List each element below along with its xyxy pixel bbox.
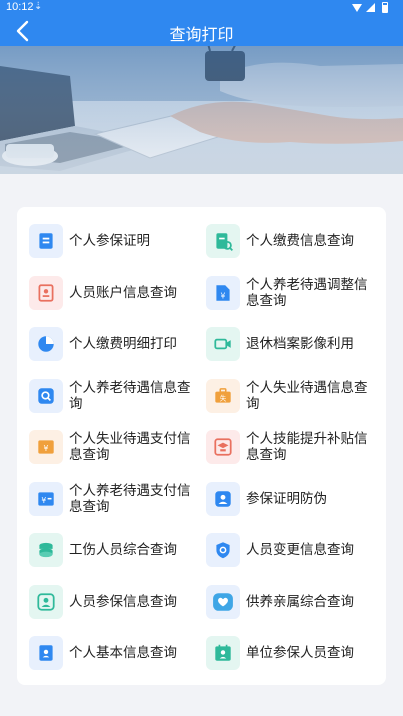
menu-item-12[interactable]: 参保证明防伪 (206, 476, 386, 522)
yen-ticket-icon: ¥ (29, 430, 63, 464)
menu-item-1[interactable]: 个人参保证明 (29, 218, 209, 264)
menu-item-label: 个人基本信息查询 (69, 645, 177, 661)
menu-item-4[interactable]: ¥ 个人养老待遇调整信息查询 (206, 270, 386, 316)
menu-item-label: 个人技能提升补贴信息查询 (246, 431, 368, 463)
graduation-cap-icon (206, 430, 240, 464)
menu-item-label: 工伤人员综合查询 (69, 542, 177, 558)
signal-icon (366, 3, 375, 12)
menu-item-label: 个人失业待遇信息查询 (246, 379, 368, 412)
menu-item-6[interactable]: 退休档案影像利用 (206, 321, 386, 367)
menu-item-label: 个人参保证明 (69, 233, 150, 249)
menu-item-label: 单位参保人员查询 (246, 645, 354, 661)
heart-map-icon (206, 584, 240, 619)
status-time: 10:12 (6, 1, 34, 13)
menu-item-17[interactable]: 个人基本信息查询 (29, 630, 209, 676)
person-circle-icon (29, 584, 63, 619)
svg-text:¥: ¥ (41, 495, 46, 504)
menu-item-label: 人员参保信息查询 (69, 593, 177, 610)
video-camera-icon (206, 327, 240, 361)
contact-card-icon (29, 636, 63, 670)
menu-item-label: 个人养老待遇信息查询 (69, 379, 191, 412)
download-icon: ⇣ (34, 1, 43, 12)
coins-icon (29, 533, 63, 567)
certificate-icon (29, 224, 63, 258)
menu-item-7[interactable]: 个人养老待遇信息查询 (29, 373, 209, 419)
menu-item-label: 参保证明防伪 (246, 490, 327, 507)
status-bar: 10:12 ⇣ (0, 0, 403, 16)
menu-item-18[interactable]: 单位参保人员查询 (206, 630, 386, 676)
yen-card-icon: ¥ (29, 481, 63, 516)
page-title: 查询打印 (169, 25, 234, 44)
menu-item-8[interactable]: 失 个人失业待遇信息查询 (206, 373, 386, 419)
menu-item-10[interactable]: 个人技能提升补贴信息查询 (206, 424, 386, 470)
menu-item-label: 个人养老待遇支付信息查询 (69, 482, 191, 515)
menu-item-label: 个人养老待遇调整信息查询 (246, 276, 368, 309)
shield-icon (206, 533, 240, 567)
menu-item-11[interactable]: ¥ 个人养老待遇支付信息查询 (29, 476, 209, 522)
menu-item-16[interactable]: 供养亲属综合查询 (206, 579, 386, 625)
menu-item-13[interactable]: 工伤人员综合查询 (29, 527, 209, 573)
briefcase-icon: 失 (206, 378, 240, 413)
svg-text:¥: ¥ (221, 291, 226, 300)
menu-item-label: 退休档案影像利用 (246, 336, 354, 352)
wifi-icon (352, 4, 362, 12)
yen-document-icon: ¥ (206, 275, 240, 310)
svg-text:失: 失 (220, 393, 227, 402)
search-icon (29, 378, 63, 413)
menu-item-label: 个人失业待遇支付信息查询 (69, 431, 191, 463)
menu-item-5[interactable]: 个人缴费明细打印 (29, 321, 209, 367)
banner-image (0, 46, 403, 174)
menu-item-label: 人员变更信息查询 (246, 542, 354, 558)
document-search-icon (206, 224, 240, 258)
menu-item-9[interactable]: ¥ 个人失业待遇支付信息查询 (29, 424, 209, 470)
battery-icon (382, 2, 388, 13)
menu-item-3[interactable]: 人员账户信息查询 (29, 270, 209, 316)
service-menu-card: 个人参保证明 个人缴费信息查询人员账户信息查询 ¥ 个人养老待遇调整信息查询个人缴费明… (17, 207, 386, 685)
pie-chart-icon (29, 327, 63, 361)
menu-item-label: 人员账户信息查询 (69, 284, 177, 301)
menu-item-2[interactable]: 个人缴费信息查询 (206, 218, 386, 264)
menu-item-label: 个人缴费信息查询 (246, 233, 354, 249)
menu-item-label: 个人缴费明细打印 (69, 336, 177, 352)
svg-text:¥: ¥ (44, 444, 49, 453)
menu-item-label: 供养亲属综合查询 (246, 593, 354, 610)
calendar-person-icon (206, 636, 240, 670)
menu-item-14[interactable]: 人员变更信息查询 (206, 527, 386, 573)
menu-item-15[interactable]: 人员参保信息查询 (29, 579, 209, 625)
account-document-icon (29, 275, 63, 310)
user-badge-icon (206, 481, 240, 516)
header-bar: 查询打印 (0, 16, 403, 46)
